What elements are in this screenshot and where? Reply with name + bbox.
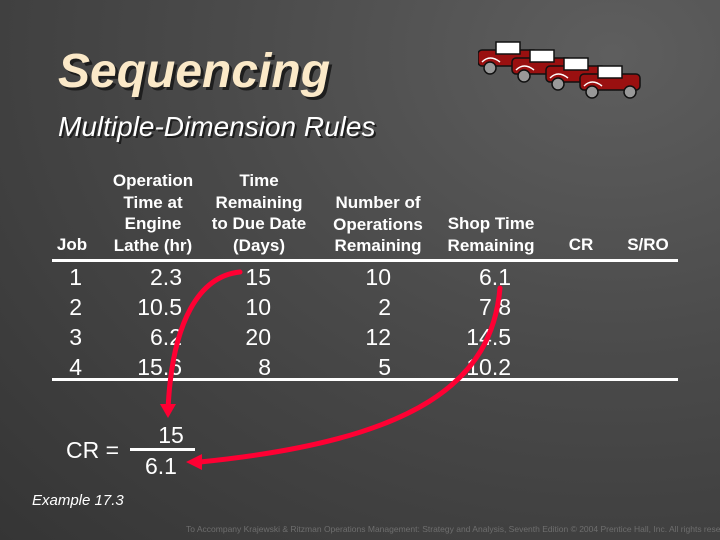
arrow-down-icon bbox=[160, 404, 176, 418]
arrows-overlay bbox=[160, 269, 503, 470]
arrow-numerator-path bbox=[165, 269, 243, 413]
arrow-denominator-path bbox=[197, 285, 503, 465]
arrow-left-icon bbox=[186, 454, 202, 470]
